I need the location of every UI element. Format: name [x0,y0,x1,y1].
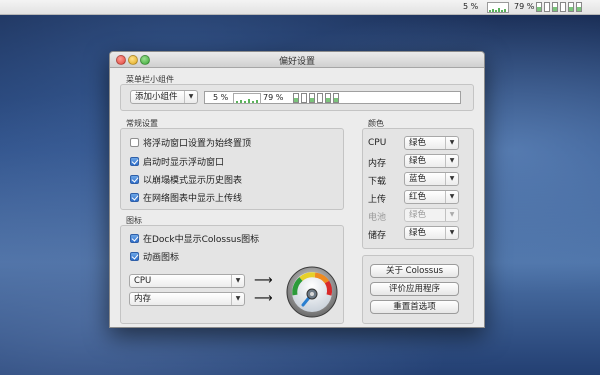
preview-memory-value: 79 % [263,93,284,102]
color-row-download: 下载 蓝色 ▼ [368,172,463,187]
icon-source-2-value: 内存 [134,294,152,304]
cpu-graph-bar [498,8,500,12]
color-dropdown-battery: 绿色 ▼ [404,208,459,222]
activity-cell [544,2,550,12]
cpu-graph-bar [492,9,494,12]
checkbox-box[interactable] [130,138,139,147]
color-row-label: 内存 [368,159,387,169]
preview-cpu-value: 5 % [213,93,229,102]
chevron-down-icon: ▼ [231,293,244,305]
cpu-graph-bar [248,99,250,103]
chevron-down-icon: ▼ [445,173,458,185]
preview-activity-cells [293,93,341,103]
activity-cell [317,93,323,103]
color-value: 红色 [409,192,427,202]
checkbox-show-floating-on-launch[interactable]: 启动时显示浮动窗口 [130,155,224,168]
activity-cell [560,2,566,12]
menubar-memory-value[interactable]: 79 % [514,2,534,11]
cpu-graph-bar [240,100,242,103]
cpu-graph-bar [256,100,258,103]
gauge-icon [286,266,338,318]
menubar-cpu-graph[interactable] [487,2,509,13]
chevron-down-icon: ▼ [445,227,458,239]
activity-cell [536,2,542,12]
activity-cell [309,93,315,103]
menu-bar: 5 % 79 % [0,0,600,15]
checkbox-label: 启动时显示浮动窗口 [143,158,225,168]
color-row-memory: 内存 绿色 ▼ [368,154,463,169]
activity-cell [576,2,582,12]
activity-cell [568,2,574,12]
color-row-label: 上传 [368,195,387,205]
cpu-graph-bar [244,101,246,103]
checkbox-box[interactable] [130,234,139,243]
activity-cell [333,93,339,103]
activity-cell [552,2,558,12]
chevron-down-icon: ▼ [445,137,458,149]
checkbox-upload-line[interactable]: 在网络图表中显示上传线 [130,191,242,204]
activity-cell [301,93,307,103]
checkbox-label: 动画图标 [143,253,180,263]
color-value: 绿色 [409,228,427,238]
checkbox-always-on-top[interactable]: 将浮动窗口设置为始终置顶 [130,136,251,149]
color-value: 绿色 [409,138,427,148]
add-widget-dropdown[interactable]: 添加小组件 ▼ [130,90,198,104]
checkbox-show-dock-icon[interactable]: 在Dock中显示Colossus图标 [130,232,259,245]
cpu-graph-bar [504,9,506,12]
activity-cell [293,93,299,103]
cpu-graph-bar [236,101,238,103]
window-title: 偏好设置 [278,57,315,67]
chevron-down-icon: ▼ [445,209,458,221]
icon-source-dropdown-1[interactable]: CPU ▼ [129,274,245,288]
checkbox-label: 以崩塌模式显示历史图表 [143,176,243,186]
menubar-cpu-value[interactable]: 5 % [463,2,478,11]
color-dropdown-storage[interactable]: 绿色 ▼ [404,226,459,240]
color-row-upload: 上传 红色 ▼ [368,190,463,205]
color-dropdown-memory[interactable]: 绿色 ▼ [404,154,459,168]
color-row-label: 电池 [368,213,387,223]
color-row-label: 下载 [368,177,387,187]
reset-preferences-button[interactable]: 重置首选项 [370,300,459,314]
color-dropdown-cpu[interactable]: 绿色 ▼ [404,136,459,150]
menubar-activity-cells[interactable] [536,2,584,12]
arrow-right-icon: ⟶ [254,273,273,288]
color-row-storage: 储存 绿色 ▼ [368,226,463,241]
cpu-graph-bar [489,10,491,12]
checkbox-box[interactable] [130,193,139,202]
color-row-cpu: CPU 绿色 ▼ [368,136,463,150]
color-row-label: 储存 [368,231,387,241]
icon-source-1-value: CPU [134,276,152,286]
checkbox-label: 在网络图表中显示上传线 [143,194,243,204]
checkbox-label: 在Dock中显示Colossus图标 [143,235,260,245]
cpu-graph-bar [495,10,497,12]
checkbox-collapsed-history[interactable]: 以崩塌模式显示历史图表 [130,173,242,186]
activity-cell [325,93,331,103]
preview-cpu-graph [233,93,261,104]
chevron-down-icon: ▼ [445,191,458,203]
checkbox-label: 将浮动窗口设置为始终置顶 [143,139,252,149]
color-dropdown-download[interactable]: 蓝色 ▼ [404,172,459,186]
color-row-battery: 电池 绿色 ▼ [368,208,463,223]
checkbox-box[interactable] [130,252,139,261]
widget-preview[interactable]: 5 % 79 % [204,91,461,104]
chevron-down-icon: ▼ [231,275,244,287]
title-bar[interactable]: 偏好设置 [110,52,484,68]
color-value: 蓝色 [409,174,427,184]
checkbox-box[interactable] [130,157,139,166]
add-widget-label: 添加小组件 [135,92,178,102]
color-value: 绿色 [409,210,427,220]
about-button[interactable]: 关于 Colossus [370,264,459,278]
cpu-graph-bar [252,101,254,103]
icon-source-dropdown-2[interactable]: 内存 ▼ [129,292,245,306]
color-row-label: CPU [368,138,387,148]
checkbox-box[interactable] [130,175,139,184]
cpu-graph-bar [501,10,503,12]
checkbox-animate-icon[interactable]: 动画图标 [130,250,179,263]
chevron-down-icon: ▼ [445,155,458,167]
chevron-down-icon: ▼ [184,91,197,103]
color-value: 绿色 [409,156,427,166]
arrow-right-icon: ⟶ [254,291,273,306]
color-dropdown-upload[interactable]: 红色 ▼ [404,190,459,204]
rate-app-button[interactable]: 评价应用程序 [370,282,459,296]
